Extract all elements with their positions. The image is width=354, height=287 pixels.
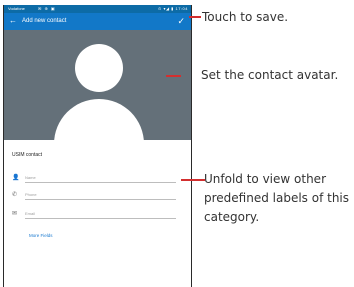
save-callout-line — [189, 16, 201, 18]
account-type-label: USIM contact — [12, 152, 43, 158]
notification-icons: ✉ ⊕ ▣ — [38, 6, 56, 11]
avatar-callout-line — [166, 75, 181, 77]
person-icon: 👤 — [12, 175, 20, 181]
avatar-head-shape — [75, 44, 123, 92]
contact-avatar[interactable] — [4, 30, 191, 159]
save-check-icon[interactable]: ✓ — [177, 15, 185, 27]
carrier-label: Vodafone — [8, 6, 25, 11]
app-bar: ← Add new contact ✓ — [4, 13, 191, 30]
page-title: Add new contact — [22, 18, 67, 24]
save-callout-text: Touch to save. — [202, 10, 289, 24]
phone-screen: Vodafone ✉ ⊕ ▣ ⊙ ▾◢ ▮ 17:04 ← Add new co… — [3, 5, 192, 287]
more-fields-link[interactable]: More Fields — [29, 233, 53, 238]
status-clock: ⊙ ▾◢ ▮ 17:04 — [158, 6, 188, 11]
avatar-body-shape — [54, 99, 144, 159]
name-field[interactable] — [25, 173, 176, 183]
phone-field[interactable] — [25, 190, 176, 200]
more-fields-callout-text: Unfold to view other predefined labels o… — [204, 172, 350, 224]
email-field[interactable] — [25, 209, 176, 219]
email-icon: ✉ — [12, 211, 18, 217]
status-bar: Vodafone ✉ ⊕ ▣ ⊙ ▾◢ ▮ 17:04 — [4, 5, 191, 13]
phone-icon: ✆ — [12, 192, 18, 198]
avatar-callout-text: Set the contact avatar. — [201, 68, 339, 82]
more-fields-callout-line — [181, 179, 205, 181]
back-arrow-icon[interactable]: ← — [9, 16, 17, 26]
